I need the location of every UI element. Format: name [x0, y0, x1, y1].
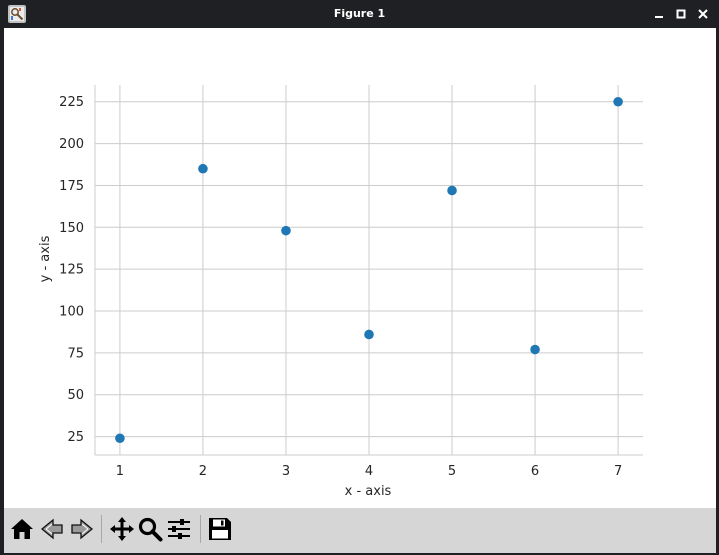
figure-canvas[interactable]: 1 2 3 4 5 6 7 25 50 75 100 125 150 175 200 225 x - axis… — [4, 28, 716, 508]
zoom-button[interactable] — [136, 515, 163, 542]
data-point — [115, 433, 125, 444]
data-point — [447, 185, 457, 196]
y-tick-label: 225 — [59, 95, 84, 110]
home-icon — [10, 518, 33, 539]
title-bar: Figure 1 — [0, 0, 719, 28]
data-point — [281, 225, 291, 236]
x-tick-label: 7 — [614, 464, 622, 479]
y-tick-label: 75 — [67, 346, 84, 361]
save-button[interactable] — [206, 515, 233, 542]
x-tick-label: 5 — [448, 464, 456, 479]
x-tick-label: 3 — [282, 464, 290, 479]
floppy-disk-icon — [208, 517, 231, 540]
window-title: Figure 1 — [333, 7, 386, 20]
forward-button[interactable] — [68, 515, 95, 542]
figure-window: Figure 1 1 2 3 4 5 6 7 25 50 75 100 125 150 175 200 225… — [0, 0, 719, 555]
y-tick-label: 25 — [67, 430, 84, 445]
back-button[interactable] — [38, 515, 65, 542]
navigation-toolbar — [4, 508, 716, 553]
arrow-left-icon — [40, 518, 63, 539]
close-icon[interactable] — [696, 6, 710, 20]
scatter-plot: 1 2 3 4 5 6 7 25 50 75 100 125 150 175 200 225 x - axis… — [38, 85, 643, 499]
y-tick-label: 175 — [59, 179, 84, 194]
pan-button[interactable] — [108, 515, 135, 542]
data-point — [613, 96, 623, 107]
y-tick-label: 125 — [59, 263, 84, 278]
x-tick-label: 6 — [531, 464, 539, 479]
grid-lines — [95, 85, 643, 455]
toolbar-separator — [200, 515, 201, 543]
toolbar-separator — [101, 515, 102, 543]
data-point — [530, 344, 540, 355]
x-tick-label: 4 — [365, 464, 373, 479]
x-axis-label: x - axis — [345, 484, 392, 499]
sliders-icon — [167, 518, 190, 539]
home-button[interactable] — [8, 515, 35, 542]
y-tick-label: 200 — [59, 137, 84, 152]
data-point — [198, 163, 208, 174]
data-point — [364, 329, 374, 340]
x-tick-label: 2 — [199, 464, 207, 479]
magnifier-icon — [138, 517, 162, 541]
tick-labels: 1 2 3 4 5 6 7 25 50 75 100 125 150 175 200 225 — [59, 95, 622, 479]
maximize-icon[interactable] — [674, 6, 688, 20]
arrow-right-icon — [70, 518, 93, 539]
minimize-icon[interactable] — [652, 6, 666, 20]
y-axis-label: y - axis — [38, 235, 53, 282]
x-tick-label: 1 — [116, 464, 124, 479]
configure-subplots-button[interactable] — [165, 515, 192, 542]
y-tick-label: 150 — [59, 221, 84, 236]
y-tick-label: 50 — [67, 388, 84, 403]
y-tick-label: 100 — [59, 305, 84, 320]
move-icon — [109, 516, 134, 541]
